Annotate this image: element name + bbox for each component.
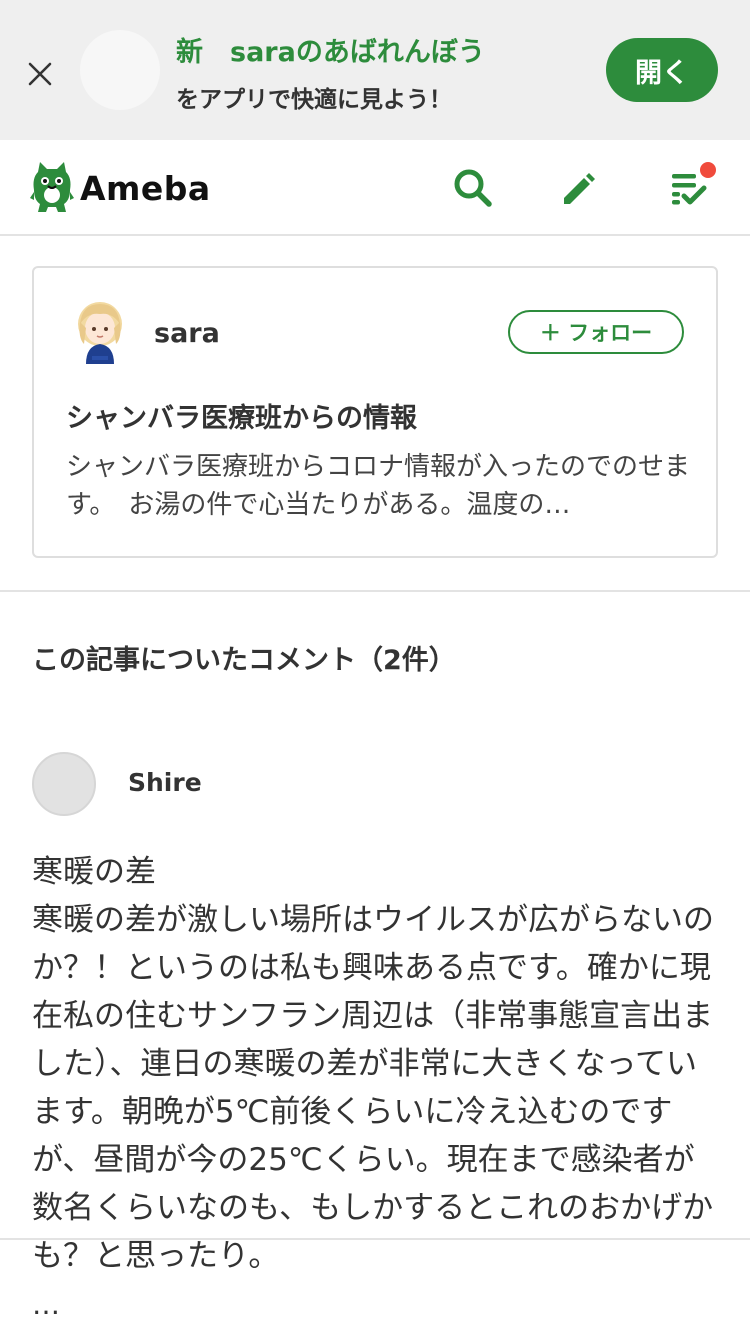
author-name[interactable]: sara [154,318,220,349]
section-divider [0,590,750,592]
logo-text: Ameba [80,168,211,208]
ameba-logo[interactable]: Ameba [30,160,211,216]
comments-heading: この記事についたコメント（2件） [32,645,456,676]
site-header: Ameba [0,140,750,236]
search-icon[interactable] [451,166,495,210]
comment-body: 寒暖の差が激しい場所はウイルスが広がらないのか？！というのは私も興味ある点です。… [32,902,714,1274]
comment-more[interactable]: … [32,1288,60,1321]
banner-blog-title: 新 saraのあばれんぼう [176,37,485,68]
open-app-button[interactable]: 開く [606,38,718,102]
bottom-divider [0,1238,750,1240]
banner-subtitle: をアプリで快適に見よう！ [176,87,452,113]
checklist-icon[interactable] [666,162,716,210]
author-avatar[interactable] [66,298,134,366]
notification-badge [700,162,716,178]
app-banner: 新 saraのあばれんぼう をアプリで快適に見よう！ 開く [0,0,750,140]
follow-button[interactable]: ＋ フォロー [508,310,684,354]
blog-avatar [80,30,160,110]
comment-title: 寒暖の差 [32,854,156,890]
pencil-icon[interactable] [556,166,600,210]
article-card[interactable]: sara ＋ フォロー シャンバラ医療班からの情報 シャンバラ医療班からコロナ情… [32,266,718,558]
article-title[interactable]: シャンバラ医療班からの情報 [66,396,417,435]
commenter-avatar[interactable] [32,752,96,816]
ameba-mascot-icon [30,162,74,212]
article-excerpt: シャンバラ医療班からコロナ情報が入ったのでのせます。 お湯の件で心当たりがある。… [66,452,691,520]
close-icon[interactable] [20,54,60,94]
commenter-name[interactable]: Shire [128,768,202,797]
